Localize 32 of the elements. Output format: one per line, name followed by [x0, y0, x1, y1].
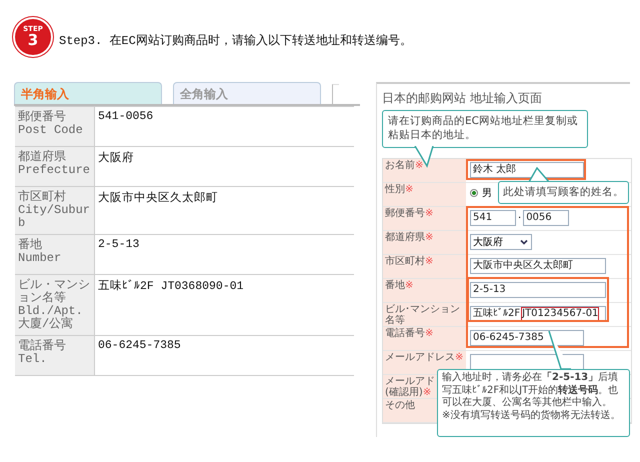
form-label: 電話番号※ [383, 327, 466, 350]
form-label: 市区町村※ [383, 255, 466, 278]
instruction-text: Step3. 在EC网站订购商品时，请输入以下转送地址和转送编号。 [59, 32, 412, 48]
input-field[interactable]: 大阪市中央区久太郎町 [470, 258, 606, 274]
label-cell: ビル・マンション名等 Bld./Apt. 大廈/公寓 [15, 275, 95, 335]
input-field[interactable]: 五味ﾋﾞﾙ2F JT01234567-01 [470, 306, 606, 322]
page-title: 日本的邮购网站 地址输入页面 [382, 90, 543, 107]
input-field[interactable]: 541 [470, 210, 516, 226]
form-label: 郵便番号※ [383, 207, 466, 230]
value-cell-text: 2-5-13 [97, 237, 140, 253]
value-cell-text: 大阪市中央区久太郎町 [97, 190, 219, 207]
label-cell: 番地 Number [15, 235, 95, 274]
form-label: 都道府県※ [383, 231, 466, 254]
input-field[interactable]: 0056 [523, 210, 570, 226]
label-cell: 郵便番号 Post Code [15, 107, 95, 146]
label-cell: 電話番号 Tel. [15, 336, 95, 375]
value-cell-text: 大阪府 [97, 150, 135, 167]
value-cell-text: 06-6245-7385 [97, 338, 182, 354]
label-cell: 都道府県 Prefecture [15, 147, 95, 186]
form-label: お名前※ [383, 159, 466, 182]
form-label: ビル･マンション名等 [383, 303, 466, 326]
value-cell-text: 五味ﾋﾞﾙ2F JT0368090-01 [97, 278, 245, 295]
radio-button[interactable]: 男 [470, 186, 492, 200]
label-cell: 市区町村 City/Suburb [15, 187, 95, 234]
value-cell-text: 541-0056 [97, 109, 154, 125]
input-field[interactable]: 2-5-13 [470, 282, 606, 298]
tab-edge [332, 84, 339, 105]
form-label: 番地※ [383, 279, 466, 302]
separator-text: . [518, 210, 522, 221]
form-label: 性別※ [383, 183, 466, 206]
chevron-down-icon [519, 237, 529, 247]
dropdown[interactable]: 大阪府 [470, 234, 532, 250]
